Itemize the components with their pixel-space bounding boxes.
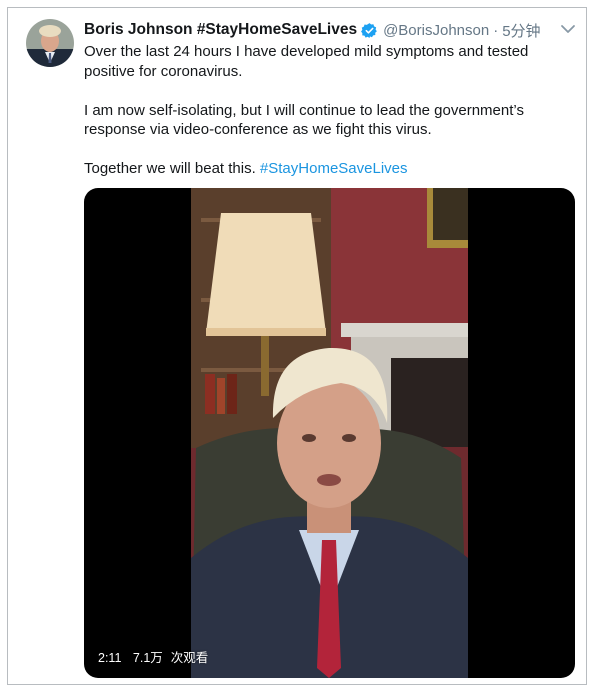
- hashtag-link[interactable]: #StayHomeSaveLives: [260, 160, 408, 177]
- tweet-paragraph: I am now self-isolating, but I will cont…: [84, 101, 524, 139]
- tweet-header: Boris Johnson #StayHomeSaveLives @BorisJ…: [84, 19, 541, 41]
- tweet-timestamp[interactable]: 5分钟: [502, 20, 540, 41]
- video-views-suffix: 次观看: [170, 651, 209, 665]
- verified-badge-icon: [361, 22, 378, 39]
- author-handle[interactable]: @BorisJohnson: [383, 22, 489, 39]
- video-frame[interactable]: [191, 188, 468, 678]
- tweet-card[interactable]: Boris Johnson #StayHomeSaveLives @BorisJ…: [7, 7, 587, 685]
- tweet-text: Over the last 24 hours I have developed …: [84, 42, 564, 198]
- tweet-paragraph: Together we will beat this. #StayHomeSav…: [84, 159, 564, 179]
- author-name[interactable]: Boris Johnson #StayHomeSaveLives: [84, 21, 357, 39]
- video-info: 2:11 7.1万 次观看: [98, 647, 216, 666]
- video-duration: 2:11: [98, 651, 122, 665]
- video-player[interactable]: 2:11 7.1万 次观看: [84, 188, 575, 678]
- chevron-down-icon[interactable]: [558, 21, 578, 37]
- avatar[interactable]: [26, 19, 74, 67]
- header-separator: ·: [493, 21, 499, 39]
- video-views: 7.1万: [132, 651, 163, 665]
- tweet-paragraph-text: Together we will beat this.: [84, 160, 260, 177]
- tweet-paragraph: Over the last 24 hours I have developed …: [84, 43, 529, 80]
